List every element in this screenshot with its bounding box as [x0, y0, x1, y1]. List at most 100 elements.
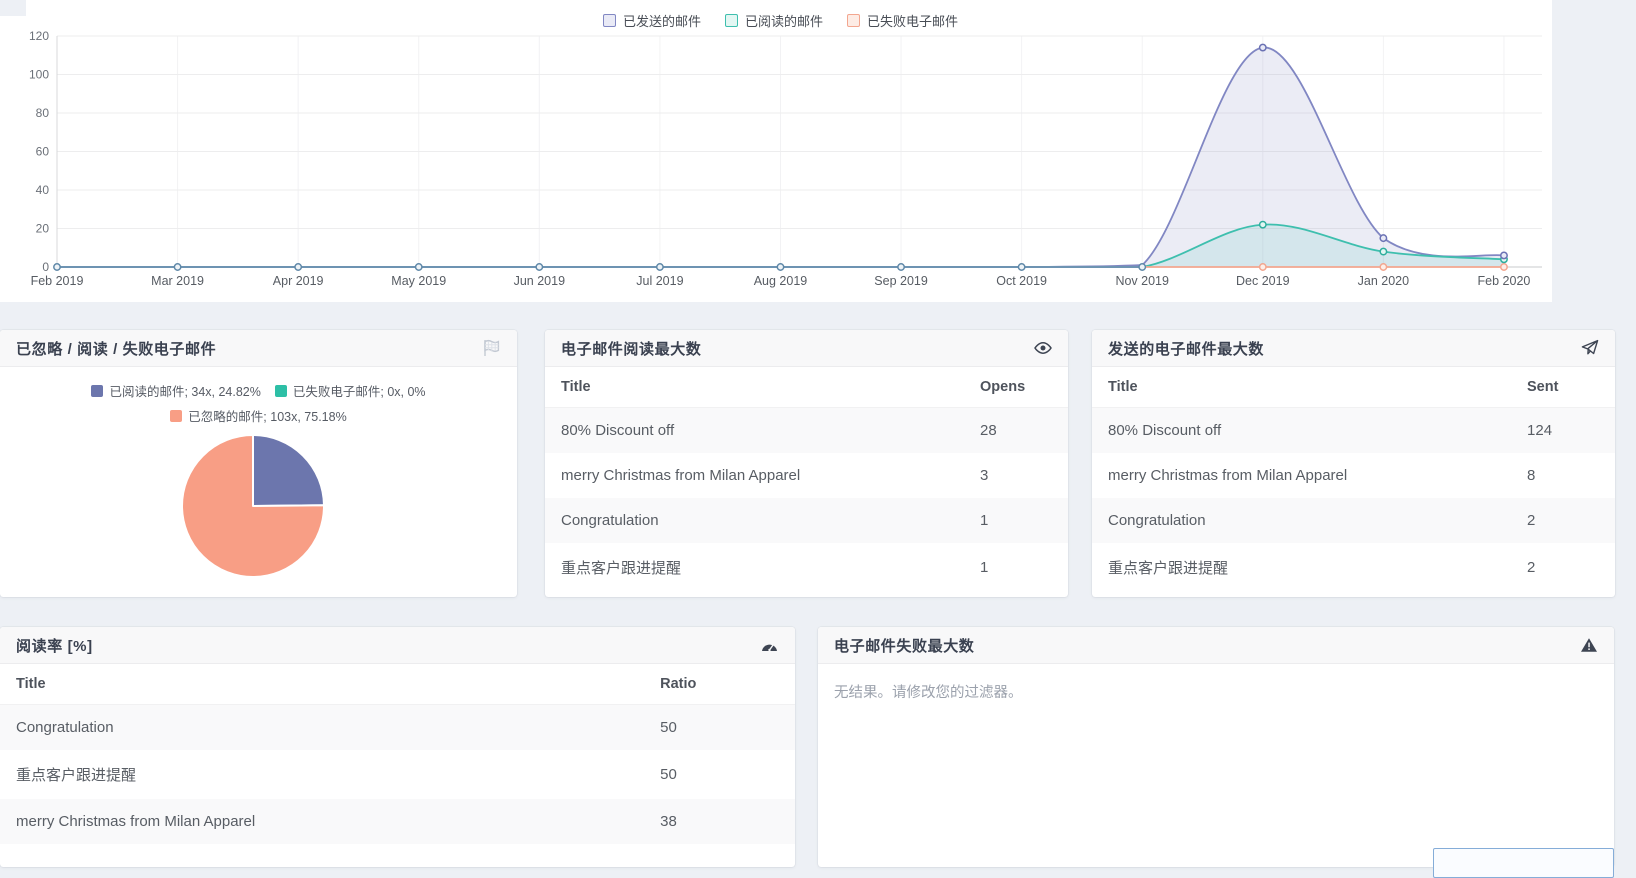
sent-card-header: 发送的电子邮件最大数 — [1092, 330, 1615, 367]
flag-icon — [482, 339, 501, 357]
svg-text:60: 60 — [36, 145, 50, 159]
dashboard-page: { "colors": { "page_bg": "#edf0f5", "fla… — [0, 0, 1636, 852]
table-cell: 3 — [964, 453, 1068, 498]
opens-table: TitleOpens80% Discount off28merry Christ… — [545, 367, 1068, 592]
failed-card-header: 电子邮件失败最大数 — [818, 627, 1614, 664]
svg-text:Nov 2019: Nov 2019 — [1115, 274, 1169, 288]
failed-card-title: 电子邮件失败最大数 — [834, 635, 974, 656]
opens-card-title: 电子邮件阅读最大数 — [561, 338, 701, 359]
table-cell: 50 — [644, 750, 795, 799]
svg-text:Jun 2019: Jun 2019 — [514, 274, 565, 288]
table-cell: merry Christmas from Milan Apparel — [0, 799, 644, 844]
ratio-table: TitleRatioCongratulation50重点客户跟进提醒50merr… — [0, 664, 795, 844]
svg-text:Apr 2019: Apr 2019 — [273, 274, 324, 288]
table-row: Congratulation2 — [1092, 498, 1615, 543]
line-chart-svg: Feb 2019Mar 2019Apr 2019May 2019Jun 2019… — [0, 0, 1552, 302]
pie-legend-item-failed[interactable]: 已失败电子邮件; 0x, 0% — [275, 381, 426, 400]
pie-legend: 已阅读的邮件; 34x, 24.82% 已失败电子邮件; 0x, 0% 已忽略的… — [86, 381, 431, 425]
failed-pie-chip — [275, 385, 287, 397]
table-cell: 重点客户跟进提醒 — [1092, 543, 1511, 592]
pie-card-header: 已忽略 / 阅读 / 失败电子邮件 — [0, 330, 517, 367]
read-legend-label: 已阅读的邮件 — [745, 11, 823, 30]
failed-legend-chip — [847, 14, 860, 27]
svg-text:Dec 2019: Dec 2019 — [1236, 274, 1290, 288]
table-cell: 80% Discount off — [545, 408, 964, 454]
corner-notch — [0, 0, 26, 16]
gauge-icon — [760, 637, 779, 653]
ignored-pie-label: 已忽略的邮件; 103x, 75.18% — [188, 406, 346, 425]
svg-text:Oct 2019: Oct 2019 — [996, 274, 1047, 288]
read-pie-label: 已阅读的邮件; 34x, 24.82% — [109, 381, 260, 400]
legend-item-failed[interactable]: 已失败电子邮件 — [847, 11, 958, 30]
table-cell: 50 — [644, 705, 795, 751]
svg-text:40: 40 — [36, 183, 50, 197]
chart-legend: 已发送的邮件 已阅读的邮件 已失败电子邮件 — [57, 11, 1504, 30]
sent-card-title: 发送的电子邮件最大数 — [1108, 338, 1264, 359]
table-row: 重点客户跟进提醒2 — [1092, 543, 1615, 592]
table-cell: Congratulation — [1092, 498, 1511, 543]
svg-text:Jul 2019: Jul 2019 — [636, 274, 683, 288]
svg-text:80: 80 — [36, 106, 50, 120]
failed-pie-label: 已失败电子邮件; 0x, 0% — [293, 381, 426, 400]
svg-text:20: 20 — [36, 222, 50, 236]
max-opens-card: 电子邮件阅读最大数 TitleOpens80% Discount off28me… — [545, 330, 1068, 597]
email-activity-chart-card: 已发送的邮件 已阅读的邮件 已失败电子邮件 Feb 2019Mar 2019Ap… — [0, 0, 1552, 302]
table-cell: merry Christmas from Milan Apparel — [1092, 453, 1511, 498]
legend-item-read[interactable]: 已阅读的邮件 — [725, 11, 823, 30]
table-cell: 8 — [1511, 453, 1615, 498]
ratio-card-title: 阅读率 [%] — [16, 635, 93, 656]
table-header-row: TitleOpens — [545, 367, 1068, 408]
svg-text:Feb 2020: Feb 2020 — [1478, 274, 1531, 288]
pie-card-title: 已忽略 / 阅读 / 失败电子邮件 — [16, 338, 216, 359]
table-cell: 重点客户跟进提醒 — [0, 750, 644, 799]
table-header-cell: Ratio — [644, 664, 795, 705]
table-header-cell: Opens — [964, 367, 1068, 408]
table-cell: merry Christmas from Milan Apparel — [545, 453, 964, 498]
table-row: Congratulation1 — [545, 498, 1068, 543]
ratio-card-header: 阅读率 [%] — [0, 627, 795, 664]
table-row: 重点客户跟进提醒50 — [0, 750, 795, 799]
failed-legend-label: 已失败电子邮件 — [867, 11, 958, 30]
pie-legend-item-ignored[interactable]: 已忽略的邮件; 103x, 75.18% — [170, 406, 346, 425]
sent-table: TitleSent80% Discount off124merry Christ… — [1092, 367, 1615, 592]
table-row: Congratulation50 — [0, 705, 795, 751]
paper-plane-icon — [1581, 339, 1599, 357]
svg-text:Jan 2020: Jan 2020 — [1358, 274, 1409, 288]
svg-text:100: 100 — [29, 68, 49, 82]
read-legend-chip — [725, 14, 738, 27]
table-cell: 80% Discount off — [1092, 408, 1511, 454]
table-cell: 2 — [1511, 498, 1615, 543]
table-row: 80% Discount off28 — [545, 408, 1068, 454]
max-sent-card: 发送的电子邮件最大数 TitleSent80% Discount off124m… — [1092, 330, 1615, 597]
table-header-cell: Title — [545, 367, 964, 408]
table-row: merry Christmas from Milan Apparel8 — [1092, 453, 1615, 498]
table-cell: Congratulation — [0, 705, 644, 751]
legend-item-sent[interactable]: 已发送的邮件 — [603, 11, 701, 30]
table-header-cell: Title — [1092, 367, 1511, 408]
svg-text:Feb 2019: Feb 2019 — [31, 274, 84, 288]
table-cell: 1 — [964, 543, 1068, 592]
read-ratio-card: 阅读率 [%] TitleRatioCongratulation50重点客户跟进… — [0, 627, 795, 867]
no-results-message: 无结果。请修改您的过滤器。 — [818, 664, 1614, 719]
table-cell: 2 — [1511, 543, 1615, 592]
table-row: merry Christmas from Milan Apparel38 — [0, 799, 795, 844]
table-cell: 1 — [964, 498, 1068, 543]
read-pie-chip — [91, 385, 103, 397]
table-header-cell: Sent — [1511, 367, 1615, 408]
opens-card-header: 电子邮件阅读最大数 — [545, 330, 1068, 367]
table-row: 重点客户跟进提醒1 — [545, 543, 1068, 592]
table-cell: 38 — [644, 799, 795, 844]
svg-text:May 2019: May 2019 — [391, 274, 446, 288]
svg-text:Aug 2019: Aug 2019 — [754, 274, 808, 288]
warning-icon — [1580, 637, 1598, 653]
table-cell: Congratulation — [545, 498, 964, 543]
pie-chart-svg — [0, 425, 517, 585]
sent-legend-chip — [603, 14, 616, 27]
svg-text:Sep 2019: Sep 2019 — [874, 274, 928, 288]
ignored-read-failed-card: 已忽略 / 阅读 / 失败电子邮件 已阅读的邮件; 34x, 24.82% 已失… — [0, 330, 517, 597]
svg-text:120: 120 — [29, 29, 49, 43]
table-row: merry Christmas from Milan Apparel3 — [545, 453, 1068, 498]
table-cell: 124 — [1511, 408, 1615, 454]
pie-legend-item-read[interactable]: 已阅读的邮件; 34x, 24.82% — [91, 381, 260, 400]
eye-icon — [1034, 340, 1052, 356]
